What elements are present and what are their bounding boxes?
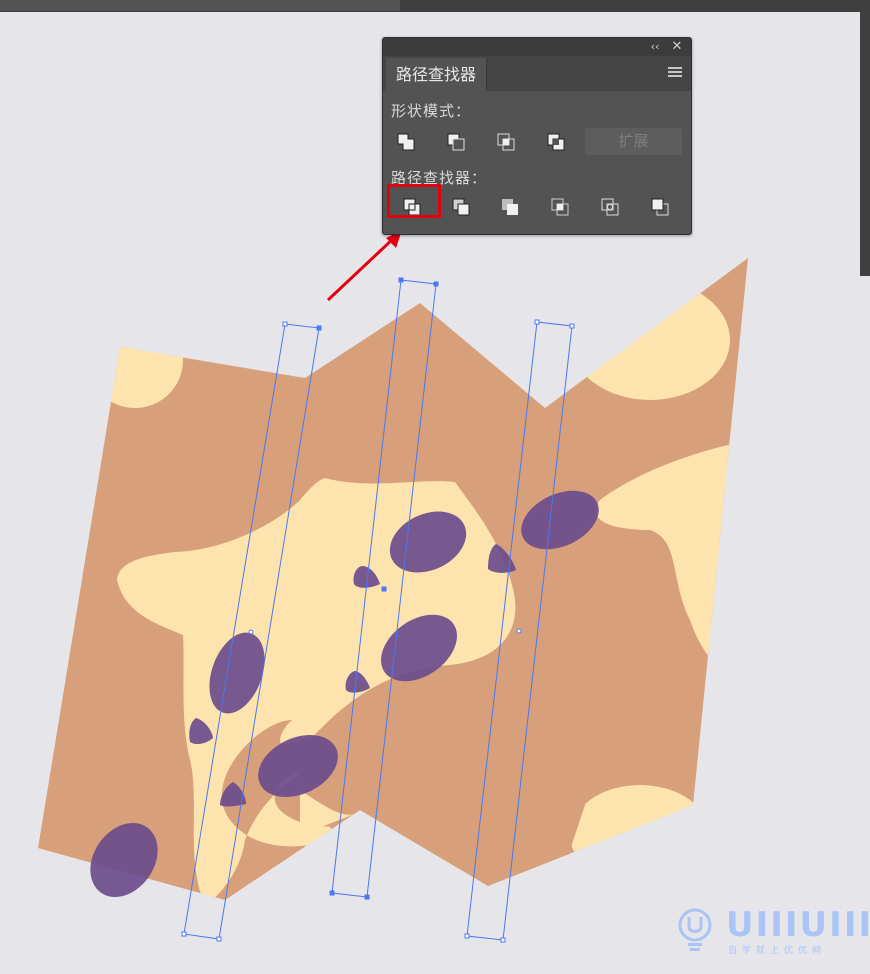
panel-title-bar[interactable]: ‹‹ ✕ bbox=[383, 38, 691, 56]
panel-menu-icon[interactable] bbox=[668, 67, 682, 79]
crop-icon bbox=[551, 198, 569, 216]
minus-back-button[interactable] bbox=[645, 194, 675, 220]
trim-button[interactable] bbox=[446, 194, 476, 220]
close-icon[interactable]: ✕ bbox=[670, 39, 684, 55]
intersect-button[interactable] bbox=[491, 129, 521, 155]
crop-button[interactable] bbox=[545, 194, 575, 220]
merge-icon bbox=[502, 199, 518, 215]
cream-corner-topright bbox=[570, 280, 730, 400]
expand-button[interactable]: 扩展 bbox=[585, 128, 682, 155]
pathfinder-panel: ‹‹ ✕ 路径查找器 形状模式： 扩展 路径查找器： bbox=[382, 37, 692, 235]
merge-button[interactable] bbox=[495, 194, 525, 220]
divide-button-highlight bbox=[387, 184, 441, 218]
tab-pathfinder[interactable]: 路径查找器 bbox=[386, 58, 487, 91]
folded-map-shape[interactable] bbox=[38, 258, 760, 910]
lightbulb-logo-icon bbox=[678, 908, 712, 951]
watermark-subtext: 自学就上优优网 bbox=[728, 946, 827, 956]
watermark: UIIIUIII 自学就上优优网 bbox=[676, 905, 870, 961]
unite-button[interactable] bbox=[391, 129, 421, 155]
cream-corner-topleft bbox=[87, 312, 183, 408]
outline-icon bbox=[601, 198, 619, 216]
outline-button[interactable] bbox=[595, 194, 625, 220]
minus-back-icon bbox=[651, 198, 669, 216]
cream-corner-bottomright bbox=[570, 785, 710, 885]
exclude-icon bbox=[547, 133, 565, 151]
shape-modes-label: 形状模式： bbox=[391, 102, 472, 120]
collapse-panel-icon[interactable]: ‹‹ bbox=[648, 39, 662, 55]
minus-front-icon bbox=[447, 133, 465, 151]
exclude-button[interactable] bbox=[541, 129, 571, 155]
panel-tab-row: 路径查找器 bbox=[383, 56, 691, 91]
unite-icon bbox=[397, 133, 415, 151]
watermark-text: UIIIUIII bbox=[726, 905, 870, 945]
intersect-icon bbox=[497, 133, 515, 151]
trim-icon bbox=[452, 198, 470, 216]
minus-front-button[interactable] bbox=[441, 129, 471, 155]
annotation-arrow bbox=[326, 230, 402, 302]
